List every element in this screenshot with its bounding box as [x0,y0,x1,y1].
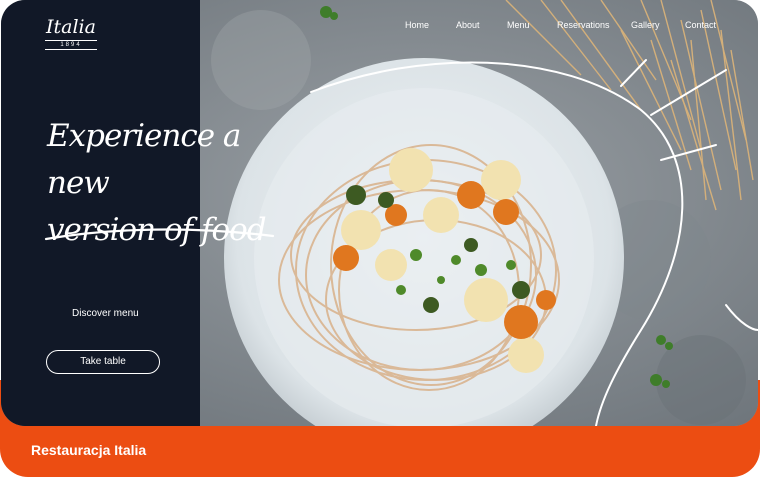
nav-item-about[interactable]: About [456,19,507,33]
nav-item-contact[interactable]: Contact [685,19,719,33]
nav-item-home[interactable]: Home [405,19,456,33]
take-table-button[interactable]: Take table [46,350,160,374]
nav-item-menu[interactable]: Menu [507,19,557,33]
headline-underline-icon [44,228,275,241]
page: Restauracja Italia Italia 1894 Experienc… [0,0,760,477]
discover-menu-link[interactable]: Discover menu [72,308,139,319]
nav-item-reservations[interactable]: Reservations [557,19,631,33]
brand-logo[interactable]: Italia 1894 [45,16,97,50]
nav-item-gallery[interactable]: Gallery [631,19,685,33]
brand-name: Italia [46,16,96,38]
hero-headline-line-1: Experience a new [47,118,241,201]
footer-title: Restauracja Italia [31,442,147,458]
brand-year: 1894 [45,40,97,50]
main-nav: Home About Menu Reservations Gallery Con… [405,19,719,33]
hero-section: Italia 1894 Experience a new version of … [1,0,758,426]
